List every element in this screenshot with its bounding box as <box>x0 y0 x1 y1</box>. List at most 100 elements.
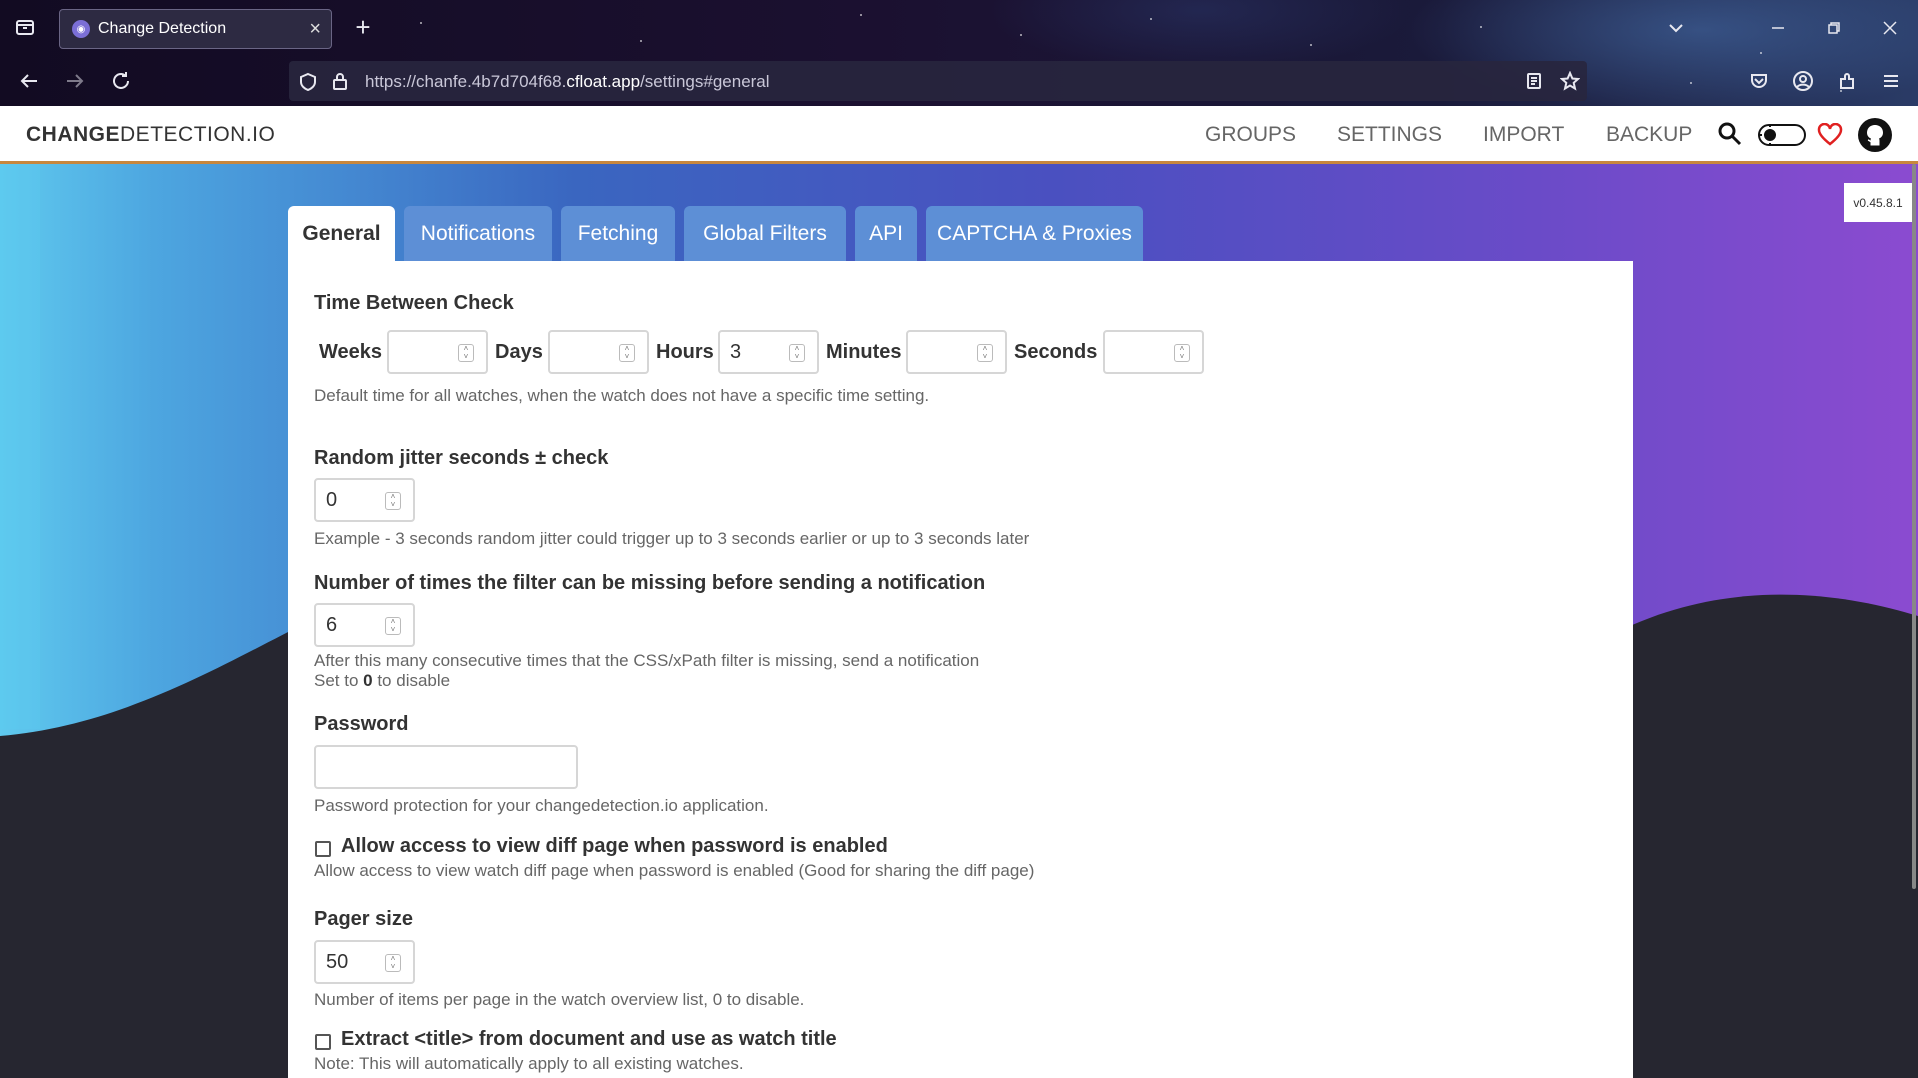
browser-chrome: ◉ Change Detection × + https://chanfe.4b… <box>0 0 1918 106</box>
extract-title-label[interactable]: Extract <title> from document and use as… <box>341 1028 837 1051</box>
pager-size-label: Pager size <box>314 908 413 930</box>
search-icon[interactable] <box>1716 120 1744 148</box>
allow-diff-checkbox[interactable] <box>315 841 331 857</box>
star <box>640 40 642 42</box>
pager-size-help: Number of items per page in the watch ov… <box>314 990 805 1009</box>
url-path: /settings#general <box>640 72 770 91</box>
star <box>1760 52 1762 54</box>
password-input[interactable] <box>314 745 578 789</box>
password-help: Password protection for your changedetec… <box>314 796 769 815</box>
pager-size-input[interactable]: 50 ˄ ˅ <box>314 940 415 984</box>
extract-title-help: Note: This will automatically apply to a… <box>314 1054 744 1073</box>
tab-global-filters[interactable]: Global Filters <box>684 206 846 262</box>
disable-help-value: 0 <box>363 671 373 690</box>
dark-mode-toggle-icon[interactable] <box>1757 122 1807 148</box>
account-icon[interactable] <box>1790 68 1816 94</box>
heart-icon[interactable] <box>1816 121 1844 149</box>
restore-icon[interactable] <box>1822 16 1846 40</box>
days-label: Days <box>495 341 543 363</box>
app-logo[interactable]: CHANGEDETECTION.IO <box>26 123 275 147</box>
weeks-spinner-icon[interactable]: ˄ ˅ <box>458 344 474 362</box>
password-label: Password <box>314 713 409 735</box>
weeks-label: Weeks <box>319 341 383 363</box>
nav-settings[interactable]: SETTINGS <box>1337 123 1442 147</box>
extensions-icon[interactable] <box>1834 68 1860 94</box>
new-tab-icon[interactable]: + <box>350 12 376 42</box>
reload-icon[interactable] <box>108 68 134 94</box>
star <box>1150 18 1152 20</box>
star <box>860 14 862 16</box>
filter-missing-spinner-icon[interactable]: ˄ ˅ <box>385 617 401 635</box>
minutes-label: Minutes <box>826 341 902 363</box>
jitter-help: Example - 3 seconds random jitter could … <box>314 529 1030 548</box>
page-scrollbar[interactable] <box>1912 164 1916 889</box>
tab-api[interactable]: API <box>855 206 917 262</box>
star <box>1310 44 1312 46</box>
tab-list-icon[interactable] <box>12 14 38 40</box>
logo-bold: CHANGE <box>26 123 121 146</box>
filter-missing-help: After this many consecutive times that t… <box>314 651 980 670</box>
minimize-icon[interactable] <box>1766 16 1790 40</box>
browser-tab[interactable]: ◉ Change Detection × <box>59 9 332 49</box>
url-prefix: https://chanfe.4b7d704f68. <box>365 72 567 91</box>
seconds-spinner-icon[interactable]: ˄ ˅ <box>1174 344 1190 362</box>
nav-import[interactable]: IMPORT <box>1483 123 1564 147</box>
extract-title-checkbox[interactable] <box>315 1034 331 1050</box>
back-icon[interactable] <box>16 68 42 94</box>
filter-missing-label: Number of times the filter can be missin… <box>314 572 986 594</box>
logo-rest: DETECTION.IO <box>120 123 276 146</box>
url-host: cfloat.app <box>566 72 641 91</box>
jitter-label: Random jitter seconds ± check <box>314 447 609 469</box>
nav-backup[interactable]: BACKUP <box>1606 123 1692 147</box>
allow-diff-help: Allow access to view watch diff page whe… <box>314 861 1035 880</box>
star <box>420 22 422 24</box>
days-spinner-icon[interactable]: ˄ ˅ <box>619 344 635 362</box>
jitter-input[interactable]: 0 ˄ ˅ <box>314 478 415 522</box>
close-window-icon[interactable] <box>1878 16 1902 40</box>
forward-icon[interactable] <box>62 68 88 94</box>
tab-fetching[interactable]: Fetching <box>561 206 675 262</box>
disable-help-suffix: to disable <box>372 671 451 690</box>
pager-size-spinner-icon[interactable]: ˄ ˅ <box>385 954 401 972</box>
seconds-label: Seconds <box>1014 341 1098 363</box>
tab-general[interactable]: General <box>288 206 395 262</box>
changedetection-favicon-icon: ◉ <box>72 20 90 38</box>
weeks-input[interactable]: ˄ ˅ <box>387 330 488 374</box>
jitter-value: 0 <box>326 488 338 511</box>
github-icon[interactable] <box>1856 116 1894 154</box>
url-text[interactable]: https://chanfe.4b7d704f68.cfloat.app/set… <box>365 72 770 92</box>
shield-icon[interactable] <box>297 71 319 93</box>
hours-input[interactable]: 3 ˄ ˅ <box>718 330 819 374</box>
general-settings-panel: Time Between Check Weeks ˄ ˅ Days ˄ ˅ Hour… <box>288 261 1633 1078</box>
disable-help-prefix: Set to <box>314 671 364 690</box>
pager-size-value: 50 <box>326 950 349 973</box>
seconds-input[interactable]: ˄ ˅ <box>1103 330 1204 374</box>
top-navigation: CHANGEDETECTION.IO GROUPS SETTINGS IMPOR… <box>0 106 1918 164</box>
close-tab-icon[interactable]: × <box>309 18 321 41</box>
minutes-input[interactable]: ˄ ˅ <box>906 330 1007 374</box>
hours-value: 3 <box>730 340 742 363</box>
menu-icon[interactable] <box>1878 68 1904 94</box>
jitter-spinner-icon[interactable]: ˄ ˅ <box>385 492 401 510</box>
address-bar[interactable]: https://chanfe.4b7d704f68.cfloat.app/set… <box>289 61 1587 101</box>
time-between-check-help: Default time for all watches, when the w… <box>314 386 930 405</box>
tab-captcha-proxies[interactable]: CAPTCHA & Proxies <box>926 206 1143 262</box>
filter-missing-input[interactable]: 6 ˄ ˅ <box>314 603 415 647</box>
tab-overflow-chevron-icon[interactable] <box>1664 16 1688 40</box>
bookmark-star-icon[interactable] <box>1559 70 1581 92</box>
pocket-icon[interactable] <box>1746 68 1772 94</box>
tab-notifications[interactable]: Notifications <box>404 206 552 262</box>
star <box>1020 34 1022 36</box>
browser-tab-title: Change Detection <box>98 20 227 37</box>
hours-spinner-icon[interactable]: ˄ ˅ <box>789 344 805 362</box>
hours-label: Hours <box>656 341 714 363</box>
reader-view-icon[interactable] <box>1523 70 1545 92</box>
filter-missing-value: 6 <box>326 613 338 636</box>
allow-diff-label[interactable]: Allow access to view diff page when pass… <box>341 835 888 858</box>
version-badge: v0.45.8.1 <box>1844 183 1912 222</box>
time-between-check-label: Time Between Check <box>314 292 514 314</box>
nav-groups[interactable]: GROUPS <box>1205 123 1296 147</box>
minutes-spinner-icon[interactable]: ˄ ˅ <box>977 344 993 362</box>
lock-icon[interactable] <box>329 70 351 92</box>
days-input[interactable]: ˄ ˅ <box>548 330 649 374</box>
